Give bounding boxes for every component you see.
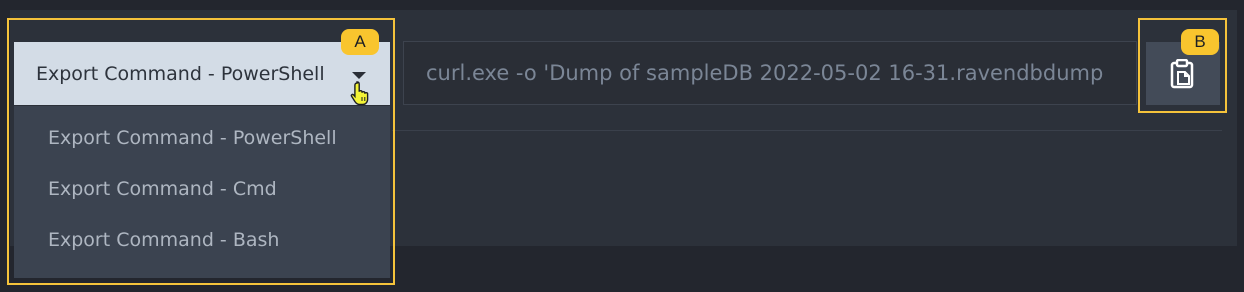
annotation-box-a <box>7 18 395 285</box>
annotation-badge-b: B <box>1181 29 1219 55</box>
panel-divider <box>392 130 1222 131</box>
annotation-badge-a: A <box>341 29 379 55</box>
export-command-text: curl.exe -o 'Dump of sampleDB 2022-05-02… <box>426 61 1104 85</box>
export-command-field[interactable]: curl.exe -o 'Dump of sampleDB 2022-05-02… <box>403 41 1137 105</box>
